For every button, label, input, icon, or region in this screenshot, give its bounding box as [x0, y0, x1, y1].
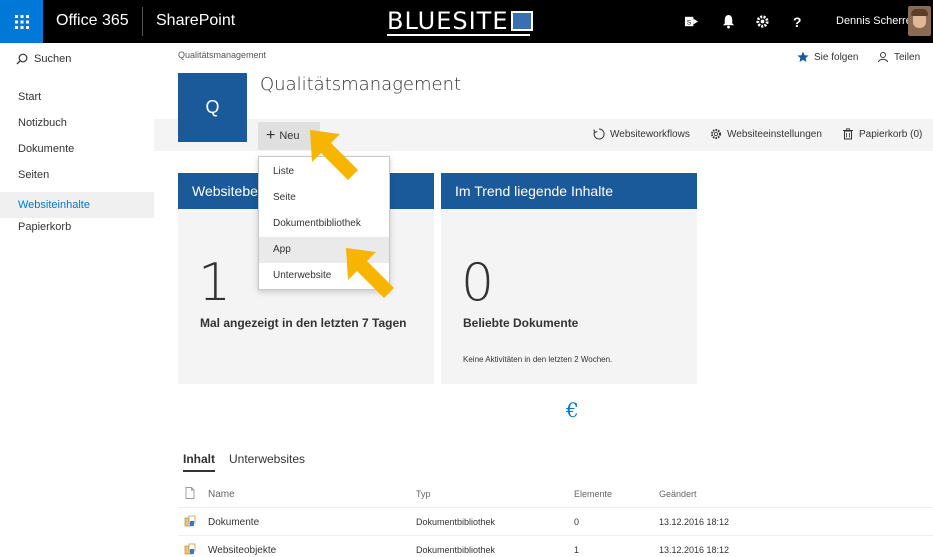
item-name[interactable]: Dokumente	[208, 517, 259, 528]
app-launcher-button[interactable]	[0, 0, 43, 43]
column-type[interactable]: Typ	[416, 489, 431, 499]
item-count: 1	[574, 545, 580, 555]
tab-inhalt[interactable]: Inhalt	[183, 452, 215, 472]
trending-caption: Beliebte Dokumente	[463, 316, 579, 330]
library-icon	[184, 543, 196, 555]
views-count: 1	[198, 253, 232, 313]
yammer-icon: S	[684, 16, 699, 26]
menu-item-seite[interactable]: Seite	[259, 185, 389, 211]
logo-underline	[387, 34, 530, 36]
suite-bar: Office 365 SharePoint BLUESITE S ? Denni…	[0, 0, 933, 43]
trash-icon	[843, 128, 853, 140]
notifications-button[interactable]	[712, 0, 745, 43]
page-title: Qualitätsmanagement	[260, 74, 462, 95]
avatar-hair	[911, 9, 928, 16]
user-name[interactable]: Dennis Scherrer	[836, 15, 915, 27]
trending-count: 0	[461, 253, 495, 313]
workflow-icon	[593, 128, 605, 140]
list-item[interactable]: Dokumente Dokumentbibliothek 0 13.12.201…	[178, 508, 933, 536]
site-logo-letter: Q	[205, 97, 220, 117]
svg-text:?: ?	[793, 14, 802, 29]
follow-label: Sie folgen	[814, 51, 859, 63]
gear-icon	[756, 15, 769, 28]
column-count[interactable]: Elemente	[574, 489, 612, 499]
content-tabs: Inhalt Unterwebsites	[183, 452, 319, 472]
nav-item-start[interactable]: Start	[0, 88, 154, 114]
share-icon	[878, 52, 888, 63]
menu-item-dokumentbibliothek[interactable]: Dokumentbibliothek	[259, 211, 389, 237]
item-modified: 13.12.2016 18:12	[659, 545, 730, 555]
pointer-arrow-new	[310, 130, 358, 180]
trending-card: Im Trend liegende Inhalte 0 Beliebte Dok…	[441, 173, 697, 384]
file-icon	[185, 487, 195, 499]
list-header: Name Typ Elemente Geändert	[178, 480, 933, 508]
help-button[interactable]: ?	[781, 0, 814, 43]
views-caption: Mal angezeigt in den letzten 7 Tagen	[200, 316, 407, 330]
suitebar-divider	[142, 7, 143, 36]
share-button[interactable]: Teilen	[877, 51, 920, 63]
breadcrumb[interactable]: Qualitätsmanagement	[178, 50, 266, 60]
site-settings-label: Websiteeinstellungen	[727, 128, 822, 140]
search-box[interactable]: Suchen	[16, 53, 71, 65]
loading-icon: €	[566, 398, 579, 422]
plus-icon: +	[266, 127, 276, 144]
left-navigation: Start Notizbuch Dokumente Seiten Website…	[0, 88, 154, 244]
nav-item-papierkorb[interactable]: Papierkorb	[0, 218, 154, 244]
item-name[interactable]: Websiteobjekte	[208, 545, 276, 556]
sharepoint-link[interactable]: SharePoint	[156, 12, 235, 30]
nav-item-notizbuch[interactable]: Notizbuch	[0, 114, 154, 140]
column-name[interactable]: Name	[208, 489, 235, 500]
card-title: Im Trend liegende Inhalte	[441, 173, 697, 209]
svg-text:S: S	[687, 19, 692, 26]
gear-icon	[711, 129, 721, 139]
item-modified: 13.12.2016 18:12	[659, 517, 730, 527]
recycle-bin-button[interactable]: Papierkorb (0)	[842, 128, 922, 140]
nav-item-dokumente[interactable]: Dokumente	[0, 140, 154, 166]
logo-square	[510, 11, 533, 31]
office365-link[interactable]: Office 365	[56, 12, 129, 30]
search-label: Suchen	[34, 53, 72, 65]
search-icon	[16, 53, 28, 65]
settings-button[interactable]	[746, 0, 779, 43]
item-type: Dokumentbibliothek	[416, 517, 496, 527]
list-item[interactable]: Websiteobjekte Dokumentbibliothek 1 13.1…	[178, 536, 933, 557]
logo-text: BLUESITE	[387, 7, 509, 35]
tab-unterwebsites[interactable]: Unterwebsites	[229, 452, 305, 472]
item-count: 0	[574, 517, 580, 527]
column-modified[interactable]: Geändert	[659, 489, 697, 499]
bell-icon	[722, 14, 735, 29]
avatar[interactable]	[908, 6, 931, 36]
site-workflows-button[interactable]: Websiteworkflows	[593, 128, 690, 140]
nav-item-seiten[interactable]: Seiten	[0, 166, 154, 192]
recycle-bin-label: Papierkorb (0)	[859, 128, 923, 140]
site-settings-button[interactable]: Websiteeinstellungen	[710, 128, 822, 140]
pointer-arrow-app	[346, 248, 394, 298]
site-workflows-label: Websiteworkflows	[610, 128, 690, 140]
item-type: Dokumentbibliothek	[416, 545, 496, 555]
follow-button[interactable]: Sie folgen	[797, 51, 858, 63]
nav-item-websiteinhalte[interactable]: Websiteinhalte	[0, 192, 154, 218]
waffle-icon	[14, 14, 29, 29]
share-label: Teilen	[894, 51, 921, 63]
bluesite-logo[interactable]: BLUESITE	[387, 7, 533, 35]
library-icon	[184, 515, 196, 527]
new-label: Neu	[279, 130, 300, 142]
help-icon: ?	[793, 14, 802, 29]
trending-subtext: Keine Aktivitäten in den letzten 2 Woche…	[463, 355, 613, 364]
star-icon	[797, 51, 809, 62]
site-logo[interactable]: Q	[178, 73, 247, 142]
yammer-button[interactable]: S	[675, 0, 708, 43]
